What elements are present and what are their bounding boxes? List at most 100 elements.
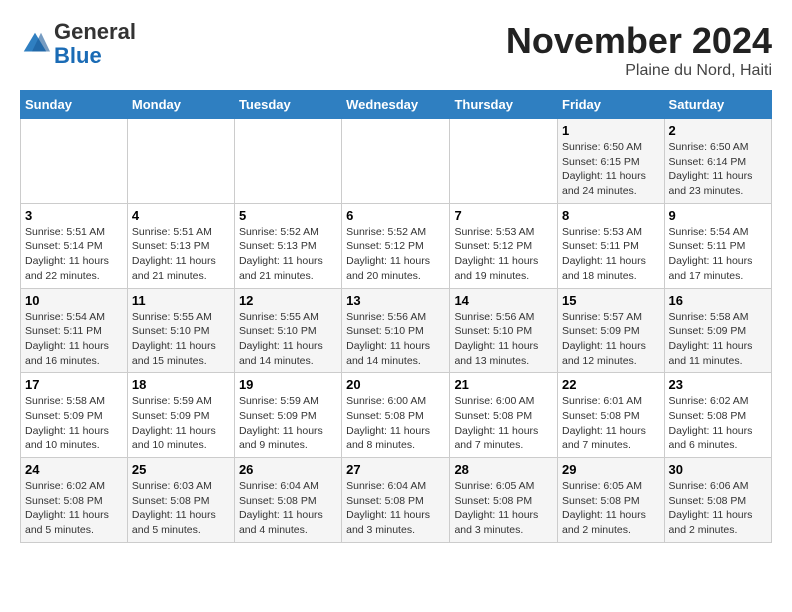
day-number: 19	[239, 377, 337, 392]
day-info: Sunrise: 5:55 AMSunset: 5:10 PMDaylight:…	[132, 310, 230, 369]
calendar-cell: 9 Sunrise: 5:54 AMSunset: 5:11 PMDaylight…	[664, 203, 771, 288]
day-info: Sunrise: 6:04 AMSunset: 5:08 PMDaylight:…	[239, 479, 337, 538]
day-info: Sunrise: 5:54 AMSunset: 5:11 PMDaylight:…	[25, 310, 123, 369]
day-number: 12	[239, 293, 337, 308]
day-info: Sunrise: 5:53 AMSunset: 5:12 PMDaylight:…	[454, 225, 553, 284]
calendar-cell: 6 Sunrise: 5:52 AMSunset: 5:12 PMDaylight…	[342, 203, 450, 288]
calendar-week-row: 17 Sunrise: 5:58 AMSunset: 5:09 PMDayligh…	[21, 373, 772, 458]
calendar-cell: 19 Sunrise: 5:59 AMSunset: 5:09 PMDayligh…	[234, 373, 341, 458]
calendar-cell: 13 Sunrise: 5:56 AMSunset: 5:10 PMDayligh…	[342, 288, 450, 373]
day-info: Sunrise: 5:54 AMSunset: 5:11 PMDaylight:…	[669, 225, 767, 284]
weekday-header: Friday	[558, 91, 665, 119]
day-number: 27	[346, 462, 445, 477]
day-info: Sunrise: 5:55 AMSunset: 5:10 PMDaylight:…	[239, 310, 337, 369]
day-number: 20	[346, 377, 445, 392]
weekday-header: Thursday	[450, 91, 558, 119]
calendar-week-row: 24 Sunrise: 6:02 AMSunset: 5:08 PMDayligh…	[21, 458, 772, 543]
calendar-cell: 12 Sunrise: 5:55 AMSunset: 5:10 PMDayligh…	[234, 288, 341, 373]
calendar-cell: 8Sunrise: 5:53 AMSunset: 5:11 PMDaylight…	[558, 203, 665, 288]
calendar-cell: 25 Sunrise: 6:03 AMSunset: 5:08 PMDayligh…	[127, 458, 234, 543]
day-info: Sunrise: 5:51 AMSunset: 5:14 PMDaylight:…	[25, 225, 123, 284]
day-number: 18	[132, 377, 230, 392]
day-info: Sunrise: 6:04 AMSunset: 5:08 PMDaylight:…	[346, 479, 445, 538]
day-info: Sunrise: 5:56 AMSunset: 5:10 PMDaylight:…	[346, 310, 445, 369]
day-info: Sunrise: 5:58 AMSunset: 5:09 PMDaylight:…	[25, 394, 123, 453]
calendar-cell: 10 Sunrise: 5:54 AMSunset: 5:11 PMDayligh…	[21, 288, 128, 373]
calendar-cell: 14 Sunrise: 5:56 AMSunset: 5:10 PMDayligh…	[450, 288, 558, 373]
calendar-cell: 5 Sunrise: 5:52 AMSunset: 5:13 PMDaylight…	[234, 203, 341, 288]
day-number: 28	[454, 462, 553, 477]
calendar-cell: 22 Sunrise: 6:01 AMSunset: 5:08 PMDayligh…	[558, 373, 665, 458]
calendar-cell: 15 Sunrise: 5:57 AMSunset: 5:09 PMDayligh…	[558, 288, 665, 373]
day-info: Sunrise: 6:01 AMSunset: 5:08 PMDaylight:…	[562, 394, 660, 453]
day-number: 16	[669, 293, 767, 308]
calendar-cell	[450, 119, 558, 204]
calendar-cell: 21Sunrise: 6:00 AMSunset: 5:08 PMDayligh…	[450, 373, 558, 458]
calendar-cell: 30 Sunrise: 6:06 AMSunset: 5:08 PMDayligh…	[664, 458, 771, 543]
weekday-header: Wednesday	[342, 91, 450, 119]
day-number: 13	[346, 293, 445, 308]
day-info: Sunrise: 6:02 AMSunset: 5:08 PMDaylight:…	[25, 479, 123, 538]
calendar-table: SundayMondayTuesdayWednesdayThursdayFrid…	[20, 90, 772, 543]
calendar-week-row: 10 Sunrise: 5:54 AMSunset: 5:11 PMDayligh…	[21, 288, 772, 373]
day-number: 2	[669, 123, 767, 138]
day-info: Sunrise: 6:50 AMSunset: 6:15 PMDaylight:…	[562, 140, 660, 199]
calendar-cell: 20 Sunrise: 6:00 AMSunset: 5:08 PMDayligh…	[342, 373, 450, 458]
calendar-cell	[342, 119, 450, 204]
calendar-cell	[21, 119, 128, 204]
month-title: November 2024	[506, 20, 772, 62]
calendar-cell: 4 Sunrise: 5:51 AMSunset: 5:13 PMDaylight…	[127, 203, 234, 288]
day-number: 1	[562, 123, 660, 138]
day-info: Sunrise: 6:06 AMSunset: 5:08 PMDaylight:…	[669, 479, 767, 538]
day-info: Sunrise: 5:52 AMSunset: 5:13 PMDaylight:…	[239, 225, 337, 284]
calendar-cell: 11 Sunrise: 5:55 AMSunset: 5:10 PMDayligh…	[127, 288, 234, 373]
logo: General Blue	[20, 20, 136, 68]
day-number: 11	[132, 293, 230, 308]
day-number: 22	[562, 377, 660, 392]
calendar-cell: 7Sunrise: 5:53 AMSunset: 5:12 PMDaylight…	[450, 203, 558, 288]
day-info: Sunrise: 6:02 AMSunset: 5:08 PMDaylight:…	[669, 394, 767, 453]
day-info: Sunrise: 6:05 AMSunset: 5:08 PMDaylight:…	[454, 479, 553, 538]
location: Plaine du Nord, Haiti	[506, 62, 772, 80]
day-number: 8	[562, 208, 660, 223]
page-header: General Blue November 2024 Plaine du Nor…	[20, 20, 772, 80]
calendar-week-row: 3 Sunrise: 5:51 AMSunset: 5:14 PMDaylight…	[21, 203, 772, 288]
day-number: 25	[132, 462, 230, 477]
day-number: 26	[239, 462, 337, 477]
day-number: 17	[25, 377, 123, 392]
day-info: Sunrise: 5:51 AMSunset: 5:13 PMDaylight:…	[132, 225, 230, 284]
calendar-cell: 1 Sunrise: 6:50 AMSunset: 6:15 PMDaylight…	[558, 119, 665, 204]
day-number: 3	[25, 208, 123, 223]
calendar-cell: 24 Sunrise: 6:02 AMSunset: 5:08 PMDayligh…	[21, 458, 128, 543]
day-info: Sunrise: 6:00 AMSunset: 5:08 PMDaylight:…	[346, 394, 445, 453]
calendar-cell: 26 Sunrise: 6:04 AMSunset: 5:08 PMDayligh…	[234, 458, 341, 543]
calendar-week-row: 1 Sunrise: 6:50 AMSunset: 6:15 PMDaylight…	[21, 119, 772, 204]
calendar-cell: 29Sunrise: 6:05 AMSunset: 5:08 PMDayligh…	[558, 458, 665, 543]
day-number: 4	[132, 208, 230, 223]
weekday-header-row: SundayMondayTuesdayWednesdayThursdayFrid…	[21, 91, 772, 119]
day-number: 15	[562, 293, 660, 308]
day-number: 5	[239, 208, 337, 223]
day-number: 9	[669, 208, 767, 223]
weekday-header: Tuesday	[234, 91, 341, 119]
weekday-header: Saturday	[664, 91, 771, 119]
day-number: 24	[25, 462, 123, 477]
day-number: 29	[562, 462, 660, 477]
day-number: 30	[669, 462, 767, 477]
calendar-cell: 23Sunrise: 6:02 AMSunset: 5:08 PMDayligh…	[664, 373, 771, 458]
day-info: Sunrise: 5:52 AMSunset: 5:12 PMDaylight:…	[346, 225, 445, 284]
calendar-cell: 2Sunrise: 6:50 AMSunset: 6:14 PMDaylight…	[664, 119, 771, 204]
day-info: Sunrise: 5:59 AMSunset: 5:09 PMDaylight:…	[239, 394, 337, 453]
calendar-cell	[127, 119, 234, 204]
day-info: Sunrise: 5:59 AMSunset: 5:09 PMDaylight:…	[132, 394, 230, 453]
day-info: Sunrise: 5:56 AMSunset: 5:10 PMDaylight:…	[454, 310, 553, 369]
day-number: 14	[454, 293, 553, 308]
weekday-header: Sunday	[21, 91, 128, 119]
calendar-cell: 27 Sunrise: 6:04 AMSunset: 5:08 PMDayligh…	[342, 458, 450, 543]
calendar-cell: 28 Sunrise: 6:05 AMSunset: 5:08 PMDayligh…	[450, 458, 558, 543]
day-info: Sunrise: 6:03 AMSunset: 5:08 PMDaylight:…	[132, 479, 230, 538]
day-info: Sunrise: 5:57 AMSunset: 5:09 PMDaylight:…	[562, 310, 660, 369]
day-number: 6	[346, 208, 445, 223]
day-number: 10	[25, 293, 123, 308]
weekday-header: Monday	[127, 91, 234, 119]
